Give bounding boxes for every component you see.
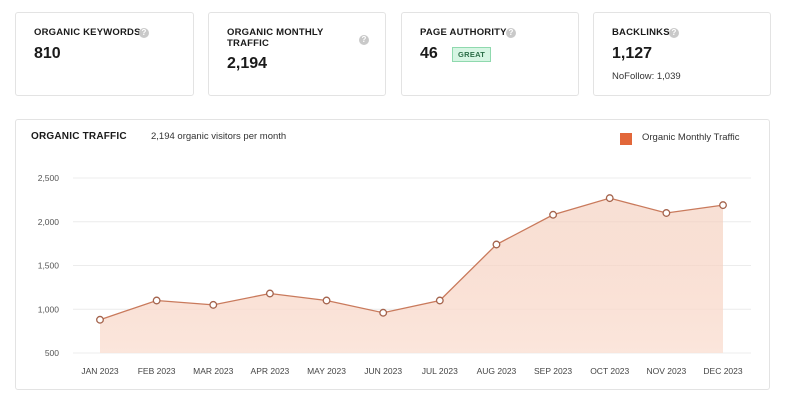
page-authority-label: PAGE AUTHORITY [420, 27, 507, 38]
traffic-chart: 2,500 2,000 1,500 1,000 500 JAN 2023 FEB 2023 M… [38, 173, 751, 376]
x-tick-label: FEB 2023 [138, 366, 176, 376]
organic-keywords-label: ORGANIC KEYWORDS [34, 27, 141, 38]
x-tick-label: JAN 2023 [81, 366, 119, 376]
data-point [152, 296, 161, 305]
x-tick-label: SEP 2023 [534, 366, 572, 376]
page-authority-card: PAGE AUTHORITY ? 46 GREAT [401, 12, 579, 96]
x-tick-label: NOV 2023 [647, 366, 687, 376]
page-authority-value: 46 [420, 45, 438, 62]
data-point [549, 210, 558, 219]
x-tick-label: OCT 2023 [590, 366, 629, 376]
organic-traffic-chart-card: ORGANIC TRAFFIC 2,194 organic visitors p… [15, 119, 770, 390]
backlinks-value: 1,127 [612, 45, 653, 62]
x-tick-label: MAR 2023 [193, 366, 233, 376]
organic-keywords-value: 810 [34, 45, 61, 62]
data-point [719, 201, 727, 210]
data-point [605, 194, 614, 203]
organic-traffic-value: 2,194 [227, 55, 268, 72]
y-tick-label: 2,500 [38, 173, 60, 183]
organic-traffic-label: ORGANIC MONTHLY TRAFFIC [227, 27, 324, 49]
x-tick-label: JUL 2023 [422, 366, 458, 376]
data-point [322, 296, 331, 305]
data-point [435, 296, 444, 305]
help-icon[interactable]: ? [359, 35, 369, 45]
x-tick-label: DEC 2023 [703, 366, 742, 376]
backlinks-label: BACKLINKS [612, 27, 670, 38]
status-badge: GREAT [452, 47, 492, 62]
y-tick-label: 1,500 [38, 261, 60, 271]
x-tick-label: APR 2023 [251, 366, 290, 376]
organic-traffic-card: ORGANIC MONTHLY TRAFFIC ? 2,194 [208, 12, 386, 96]
x-tick-label: MAY 2023 [307, 366, 346, 376]
data-point [96, 315, 104, 324]
backlinks-card: BACKLINKS ? 1,127 NoFollow: 1,039 [593, 12, 771, 96]
help-icon[interactable]: ? [506, 28, 516, 38]
organic-keywords-card: ORGANIC KEYWORDS ? 810 [15, 12, 194, 96]
nofollow-count: NoFollow: 1,039 [612, 71, 681, 82]
data-point [209, 300, 218, 309]
x-tick-label: AUG 2023 [477, 366, 517, 376]
data-point [662, 209, 671, 217]
help-icon[interactable]: ? [139, 28, 149, 38]
y-tick-label: 2,000 [38, 217, 60, 227]
help-icon[interactable]: ? [669, 28, 679, 38]
data-point [379, 308, 388, 317]
data-point [265, 289, 274, 298]
y-tick-label: 1,000 [38, 304, 60, 314]
top-cropped-strip [0, 0, 786, 6]
x-tick-label: JUN 2023 [364, 366, 402, 376]
y-tick-label: 500 [45, 348, 59, 358]
data-point [492, 240, 501, 249]
